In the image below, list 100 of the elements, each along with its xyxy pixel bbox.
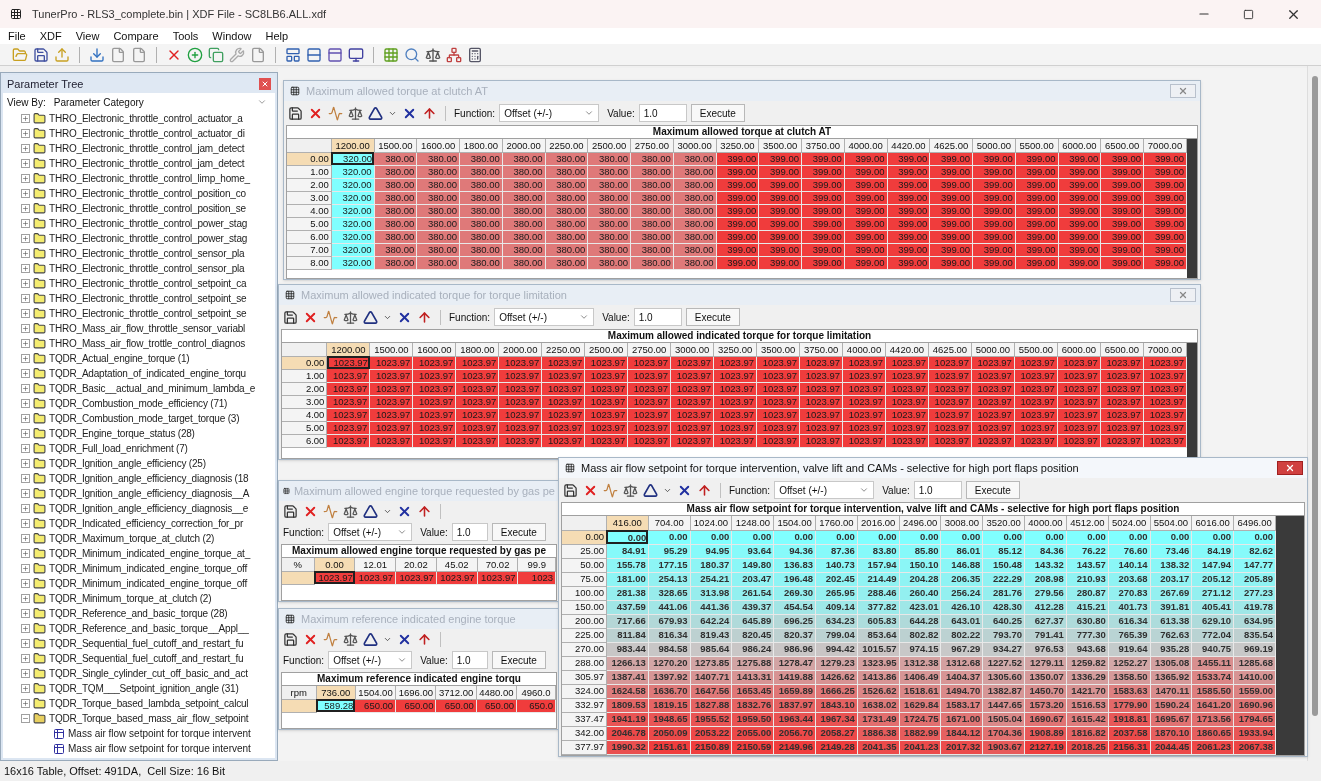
scale-icon[interactable] [343,504,358,519]
column-header[interactable]: 6496.00 [1233,516,1276,530]
column-header[interactable]: 3500.00 [756,343,800,356]
tree-item[interactable]: TQDR_Ignition_angle_efficiency_diagnosis__A [21,486,275,501]
menu-item[interactable]: XDF [39,27,62,45]
expand-icon[interactable] [21,129,30,138]
expand-icon[interactable] [21,174,30,183]
tree-item[interactable]: THRO_Electronic_throttle_control_jam_detect [21,156,275,171]
save-icon[interactable] [288,105,303,121]
chevron-down-icon[interactable] [859,485,870,495]
tree-item[interactable]: TQDR_Single_cylinder_cut_off_basic_and_act [21,666,275,681]
function-select[interactable]: Offset (+/-) [328,651,413,669]
column-header[interactable]: 1600.00 [416,139,460,152]
dropdown-caret-icon[interactable] [383,507,392,516]
tree-item[interactable]: TQDR_Reference_and_basic_torque (28) [21,606,275,621]
save-icon[interactable] [283,632,298,647]
column-header[interactable]: 4000.00 [1024,516,1067,530]
expand-icon[interactable] [21,459,30,468]
tree-item[interactable]: TQDR_Combustion_mode_target_torque (3) [21,411,275,426]
tree-item[interactable]: TQDR_Ignition_angle_efficiency_diagnosis__e [21,501,275,516]
tree-item[interactable]: TQDR_Torque_based_lambda_setpoint_calcul [21,696,275,711]
rows-icon[interactable] [306,46,322,63]
expand-icon[interactable] [21,339,30,348]
column-header[interactable]: 7000.00 [1143,343,1187,356]
expand-icon[interactable] [21,474,30,483]
column-header[interactable]: 3000.00 [673,139,716,152]
table-cell[interactable]: 1023.97 [314,571,355,584]
column-header[interactable]: 1760.00 [815,516,858,530]
expand-icon[interactable] [21,594,30,603]
column-header[interactable]: 6500.00 [1100,343,1144,356]
column-header[interactable]: 2496.00 [899,516,941,530]
maximize-icon[interactable] [1243,8,1254,20]
expand-icon[interactable] [21,684,30,693]
expand-icon[interactable] [21,639,30,648]
expand-icon[interactable] [21,654,30,663]
expand-icon[interactable] [21,414,30,423]
tree-item[interactable]: TQDR_Indicated_efficiency_correction_for_pr [21,516,275,531]
expand-icon[interactable] [21,309,30,318]
table-cell[interactable]: 589.28 [316,699,356,712]
column-header[interactable]: 1504.00 [355,686,396,699]
column-header[interactable]: 1800.00 [459,139,503,152]
column-header[interactable]: 7000.00 [1143,139,1187,152]
column-header[interactable]: 3008.00 [940,516,983,530]
folder-icon[interactable] [12,46,28,63]
expand-icon[interactable] [21,264,30,273]
table-cell[interactable]: 1023.97 [326,356,370,369]
tree-item[interactable]: TQDR_Minimum_indicated_engine_torque_at_ [21,546,275,561]
save-icon[interactable] [283,504,298,519]
file-icon[interactable] [110,46,126,63]
column-header[interactable]: 20.02 [395,558,437,571]
execute-button[interactable]: Execute [491,523,546,541]
column-header[interactable]: 3520.00 [982,516,1025,530]
column-header[interactable]: 6000.00 [1058,139,1101,152]
y-axis-icon[interactable] [422,105,437,121]
x-axis-icon[interactable] [397,632,412,647]
execute-button[interactable]: Execute [690,104,745,122]
column-header[interactable]: 6016.00 [1191,516,1234,530]
calculator-icon[interactable] [467,46,483,63]
graph-icon[interactable] [323,309,338,325]
function-select[interactable]: Offset (+/-) [499,104,600,122]
chevron-down-icon[interactable] [584,108,595,118]
chevron-down-icon[interactable] [397,527,408,537]
column-header[interactable]: 99.9 [517,558,556,571]
column-header[interactable]: 1024.00 [690,516,732,530]
menu-item[interactable]: File [8,27,26,45]
wrench-icon[interactable] [229,46,245,63]
tree-item[interactable]: TQDR_Reference_and_basic_torque__Appl__ [21,621,275,636]
execute-button[interactable]: Execute [965,481,1020,499]
triangle-icon[interactable] [363,632,378,647]
column-header[interactable]: 4960.0 [516,686,556,699]
column-header[interactable]: 2250.00 [541,343,585,356]
column-header[interactable]: 4512.00 [1066,516,1109,530]
save-icon[interactable] [33,46,49,63]
scale-icon[interactable] [348,105,363,121]
tree-item[interactable]: TQDR_Engine_torque_status (28) [21,426,275,441]
column-header[interactable]: 3250.00 [713,343,757,356]
triangle-icon[interactable] [363,309,378,325]
file-icon[interactable] [131,46,147,63]
column-header[interactable]: 736.00 [316,686,356,699]
tree-item[interactable]: TQDR_Actual_engine_torque (1) [21,351,275,366]
tree-item[interactable]: TQDR_Minimum_indicated_engine_torque_off [21,561,275,576]
tree-item[interactable]: THRO_Electronic_throttle_control_actuator_di [21,126,275,141]
column-header[interactable]: 2000.00 [502,139,545,152]
table-cell[interactable]: 320.00 [331,165,374,178]
tree-item[interactable]: TQDR_Sequential_fuel_cutoff_and_restart_fu [21,636,275,651]
column-header[interactable]: 70.02 [477,558,518,571]
column-header[interactable]: 3000.00 [670,343,714,356]
column-header[interactable]: 5024.00 [1108,516,1150,530]
column-header[interactable]: 2750.00 [627,343,671,356]
column-header[interactable]: 4480.00 [476,686,517,699]
y-axis-icon[interactable] [417,632,432,647]
column-header[interactable]: 5000.00 [971,343,1015,356]
tree-item[interactable]: THRO_Electronic_throttle_control_setpoint_ca [21,276,275,291]
expand-icon[interactable] [21,549,30,558]
column-header[interactable]: 1600.00 [412,343,456,356]
delete-icon[interactable] [303,504,318,519]
tree-item[interactable]: THRO_Electronic_throttle_control_power_stag [21,231,275,246]
expand-icon[interactable] [21,699,30,708]
export-icon[interactable] [54,46,70,63]
column-header[interactable]: 1500.00 [369,343,413,356]
